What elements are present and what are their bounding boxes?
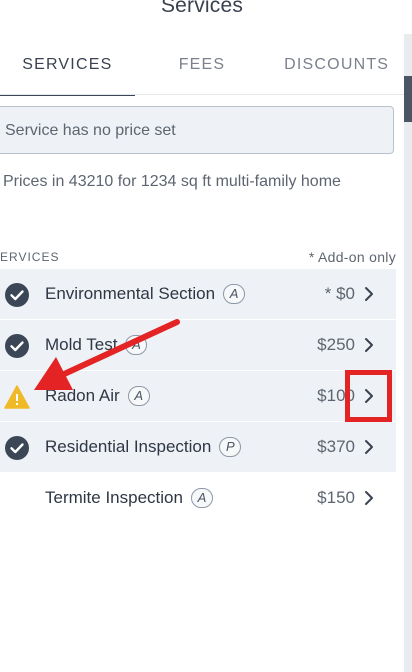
service-name-text: Residential Inspection [45, 437, 212, 456]
service-name-text: Environmental Section [45, 284, 216, 303]
service-name-text: Radon Air [45, 386, 120, 405]
service-price: $250 [317, 335, 355, 354]
service-name: Residential Inspection P [45, 437, 242, 457]
service-row-residential-inspection[interactable]: Residential Inspection P $370 [0, 422, 396, 473]
warning-triangle-icon [4, 385, 30, 409]
service-row-mold-test[interactable]: Mold Test A $250 [0, 320, 396, 371]
add-on-legend: * Add-on only [308, 249, 396, 265]
service-price: * $0 [324, 284, 355, 303]
tab-bar: SERVICES FEES DISCOUNTS [0, 52, 404, 96]
service-type-badge: A [127, 386, 150, 406]
pricing-context-note: Prices in 43210 for 1234 sq ft multi-fam… [3, 173, 341, 190]
tab-services[interactable]: SERVICES [0, 52, 135, 96]
service-price: $150 [317, 488, 355, 507]
check-circle-icon [5, 283, 29, 307]
service-type-badge: P [219, 437, 242, 457]
chevron-right-icon[interactable] [362, 489, 376, 507]
tab-discounts[interactable]: DISCOUNTS [269, 52, 404, 96]
chevron-right-icon[interactable] [362, 285, 376, 303]
tab-divider [0, 94, 404, 95]
service-name-text: Termite Inspection [45, 488, 183, 507]
service-type-badge: A [190, 488, 213, 508]
service-name: Mold Test A [45, 335, 148, 355]
service-type-badge: A [125, 335, 148, 355]
service-type-badge: A [223, 284, 246, 304]
service-name: Environmental Section A [45, 284, 246, 304]
no-price-notice: Service has no price set [0, 106, 394, 154]
services-list: Environmental Section A * $0 Mold Test A $… [0, 269, 396, 524]
check-circle-icon [5, 436, 29, 460]
service-price: $370 [317, 437, 355, 456]
scrollbar-thumb[interactable] [404, 76, 412, 122]
page-title: Services [160, 0, 244, 17]
chevron-right-icon[interactable] [362, 438, 376, 456]
service-row-termite-inspection[interactable]: Termite Inspection A $150 [0, 473, 396, 524]
services-section-title: ERVICES [0, 250, 60, 264]
services-section-header: ERVICES * Add-on only [0, 249, 396, 266]
service-row-radon-air[interactable]: Radon Air A $100 [0, 371, 396, 422]
service-name: Termite Inspection A [45, 488, 213, 508]
tab-fees[interactable]: FEES [135, 52, 270, 96]
service-price: $100 [317, 386, 355, 405]
service-row-environmental-section[interactable]: Environmental Section A * $0 [0, 269, 396, 320]
check-circle-icon [5, 334, 29, 358]
service-name-text: Mold Test [45, 335, 118, 354]
chevron-right-icon[interactable] [362, 387, 376, 405]
scrollbar-track[interactable] [404, 34, 412, 672]
services-panel: Services SERVICES FEES DISCOUNTS Service… [0, 0, 412, 672]
service-name: Radon Air A [45, 386, 150, 406]
chevron-right-icon[interactable] [362, 336, 376, 354]
